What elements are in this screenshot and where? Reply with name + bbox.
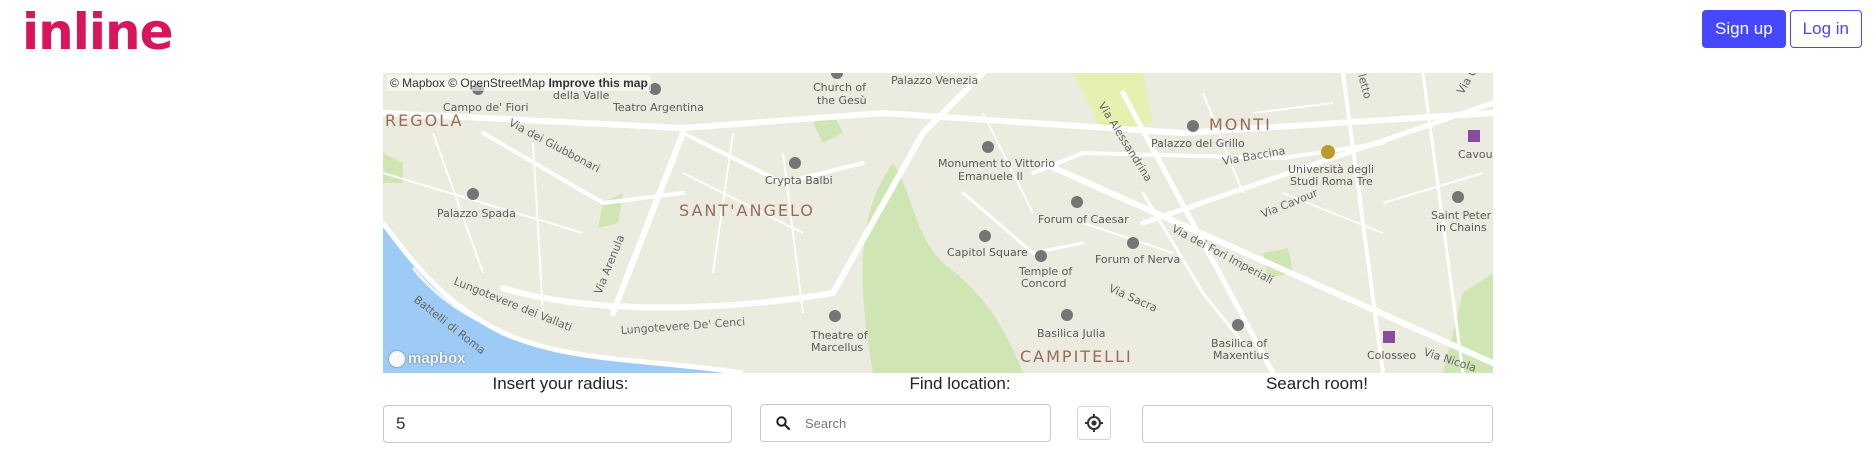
place-label: Concord xyxy=(1021,277,1066,290)
page: inline Sign up Log in REGOLA SANT'ANGELO… xyxy=(0,0,1874,464)
room-label: Search room! xyxy=(1265,374,1369,393)
metro-icon[interactable] xyxy=(1383,331,1395,343)
district-label: SANT'ANGELO xyxy=(679,201,815,220)
metro-icon[interactable] xyxy=(1468,130,1480,142)
place-label: the Gesù xyxy=(817,94,867,107)
place-label: Maxentius xyxy=(1213,349,1269,362)
geolocate-button[interactable] xyxy=(1077,406,1111,440)
location-search-input[interactable] xyxy=(803,414,1037,432)
mapbox-logo-icon xyxy=(389,350,405,367)
pin-icon[interactable] xyxy=(1071,196,1083,208)
pin-icon[interactable] xyxy=(979,230,991,242)
place-label: Colosseo xyxy=(1367,349,1416,362)
signup-button[interactable]: Sign up xyxy=(1702,10,1786,48)
pin-icon[interactable] xyxy=(829,310,841,322)
osm-credit[interactable]: © OpenStreetMap xyxy=(448,76,545,90)
place-label: in Chains xyxy=(1436,221,1487,234)
place-label: Palazzo Venezia xyxy=(891,74,978,87)
auth-buttons: Sign up Log in xyxy=(1702,10,1862,48)
district-label: MONTI xyxy=(1209,115,1272,134)
login-button[interactable]: Log in xyxy=(1789,10,1862,48)
pin-icon[interactable] xyxy=(982,141,994,153)
crosshair-icon xyxy=(1085,414,1103,432)
improve-map-link[interactable]: Improve this map xyxy=(548,76,647,90)
room-search-input[interactable] xyxy=(1142,405,1493,443)
map-attribution: © Mapbox © OpenStreetMap Improve this ma… xyxy=(387,75,651,91)
pin-icon[interactable] xyxy=(1187,120,1199,132)
place-label: Teatro Argentina xyxy=(612,101,704,114)
pin-icon[interactable] xyxy=(789,157,801,169)
district-label: CAMPITELLI xyxy=(1020,347,1133,366)
place-label: Monument to Vittorio xyxy=(938,157,1055,170)
mapbox-logo-text: mapbox xyxy=(408,350,466,367)
pin-icon[interactable] xyxy=(1452,191,1464,203)
place-label: Palazzo del Grillo xyxy=(1151,137,1245,150)
place-label: Campo de' Fiori xyxy=(443,101,529,114)
radius-input[interactable] xyxy=(383,405,732,443)
pin-icon[interactable] xyxy=(1035,250,1047,262)
place-label: Marcellus xyxy=(811,341,863,354)
place-label: Forum of Caesar xyxy=(1038,213,1129,226)
place-label: Crypta Balbi xyxy=(765,174,833,187)
place-label: Forum of Nerva xyxy=(1095,253,1180,266)
map-canvas[interactable]: REGOLA SANT'ANGELO MONTI CAMPITELLI Camp… xyxy=(383,73,1493,373)
place-label: Cavour xyxy=(1458,148,1493,161)
pin-icon[interactable] xyxy=(1127,237,1139,249)
place-label: Emanuele II xyxy=(958,170,1023,183)
location-search[interactable] xyxy=(760,404,1051,442)
university-icon[interactable] xyxy=(1321,145,1335,159)
mapbox-logo[interactable]: mapbox xyxy=(389,350,466,367)
search-icon xyxy=(776,416,791,431)
location-label: Find location: xyxy=(909,374,1011,393)
brand-logo[interactable]: inline xyxy=(22,4,174,60)
place-label: Palazzo Spada xyxy=(437,207,516,220)
place-label: Basilica Julia xyxy=(1037,327,1106,340)
place-label: Church of xyxy=(813,81,867,94)
pin-icon[interactable] xyxy=(467,188,479,200)
map[interactable]: REGOLA SANT'ANGELO MONTI CAMPITELLI Camp… xyxy=(383,73,1493,373)
radius-label: Insert your radius: xyxy=(492,374,629,393)
place-label: Capitol Square xyxy=(947,246,1028,259)
mapbox-credit[interactable]: © Mapbox xyxy=(390,76,445,90)
pin-icon[interactable] xyxy=(1061,309,1073,321)
pin-icon[interactable] xyxy=(1232,319,1244,331)
place-label: Studi Roma Tre xyxy=(1290,175,1373,188)
